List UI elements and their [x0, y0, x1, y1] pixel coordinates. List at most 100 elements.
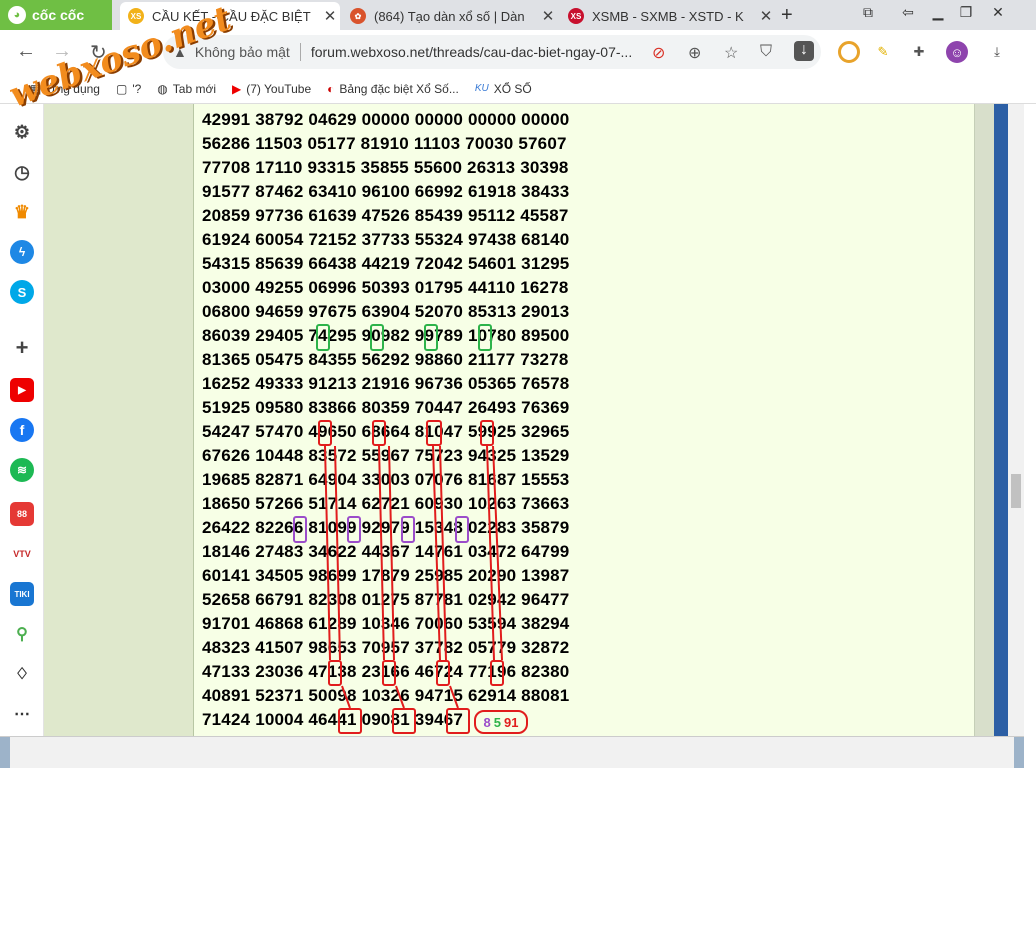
- blocked-popup-icon[interactable]: ⊘: [652, 43, 665, 63]
- highlight-box-red: [318, 420, 332, 446]
- number-row: 54315 85639 66438 44219 72042 54601 3129…: [202, 254, 570, 273]
- history-icon[interactable]: ◷: [10, 160, 34, 184]
- xsmb-favicon-icon: XS: [568, 8, 584, 24]
- result-green-digit: 5: [493, 714, 501, 730]
- extensions-puzzle-icon[interactable]: ✚: [908, 41, 930, 63]
- result-badge: 8 5 91: [474, 710, 528, 734]
- new-tab-button[interactable]: +: [781, 4, 793, 27]
- notification-bell-icon[interactable]: ♢: [10, 662, 34, 686]
- bookmark-bang-dac-biet[interactable]: ◐ Bảng đặc biệt Xổ Số...: [327, 82, 459, 96]
- number-row: 51925 09580 83866 80359 70447 26493 7636…: [202, 398, 570, 417]
- app-88-icon[interactable]: 88: [10, 502, 34, 526]
- coccoc-logo-icon: ◕: [8, 6, 26, 24]
- zoom-icon[interactable]: ⊕: [688, 43, 701, 63]
- bookmark-youtube[interactable]: ▶ (7) YouTube: [232, 82, 311, 96]
- close-tab-icon[interactable]: ✕: [756, 7, 776, 25]
- settings-gear-icon[interactable]: ⚙: [10, 120, 34, 144]
- screenshot-icon[interactable]: ⧉: [856, 4, 880, 21]
- webxoso-favicon-icon: ✿: [350, 8, 366, 24]
- downloads-icon[interactable]: ⤓: [986, 41, 1008, 63]
- tab-title: XSMB - SXMB - XSTD - K: [592, 8, 744, 24]
- sidebar: ⚙ ◷ ♛ ϟ S + ▶ f ≋ 88 VTV TIKI ⚲ ♢ ⋯: [0, 104, 44, 740]
- address-bar[interactable]: ▲ Không bảo mật forum.webxoso.net/thread…: [163, 35, 821, 69]
- post-author-column: [44, 104, 194, 736]
- security-label[interactable]: Không bảo mật: [195, 44, 290, 60]
- scrollbar-thumb[interactable]: [1011, 474, 1021, 508]
- highlight-box-red: [382, 660, 396, 686]
- number-row: 77708 17110 93315 35855 55600 26313 3039…: [202, 158, 569, 177]
- highlight-box-red: [436, 660, 450, 686]
- bookmark-xo-so[interactable]: KU XỔ SỐ: [475, 82, 532, 96]
- more-icon[interactable]: ⋯: [10, 702, 34, 726]
- vertical-scrollbar[interactable]: [1008, 104, 1024, 736]
- restore-icon[interactable]: ❐: [954, 4, 978, 21]
- bookmarks-bar: ▦ Ứng dụng ▢ '? ◍ Tab mới ▶ (7) YouTube ◐ Bản…: [0, 74, 1036, 104]
- highlight-box-red: [426, 420, 442, 446]
- download-video-icon[interactable]: ↓: [794, 41, 814, 61]
- number-row: 20859 97736 61639 47526 85439 95112 4558…: [202, 206, 569, 225]
- number-row: 81365 05475 84355 56292 98860 21177 7327…: [202, 350, 569, 369]
- url-text[interactable]: forum.webxoso.net/threads/cau-dac-biet-n…: [311, 44, 631, 60]
- browser-window: ◕ cốc cốc XS CẦU KẾT - CẦU ĐẶC BIỆT ✕ ✿ …: [0, 0, 1036, 769]
- highlight-box-red: [446, 708, 470, 734]
- crown-icon[interactable]: ♛: [10, 200, 34, 224]
- tab-tao-dan[interactable]: ✿ (864) Tạo dàn xổ số | Dàn ✕: [342, 2, 558, 30]
- highlight-box-purple: [455, 516, 469, 543]
- horizontal-scrollbar[interactable]: [0, 736, 1024, 769]
- back-icon[interactable]: ←: [16, 40, 36, 63]
- tiki-88-icon[interactable]: TIKI: [10, 582, 34, 606]
- result-purple-digit: 8: [483, 714, 491, 730]
- minimize-icon[interactable]: ▁: [926, 4, 950, 21]
- vtv-go-icon[interactable]: VTV: [10, 542, 34, 566]
- divider: [299, 43, 301, 61]
- shield-icon[interactable]: ⛉: [760, 43, 772, 61]
- tab-xsmb[interactable]: XS XSMB - SXMB - XSTD - K ✕: [560, 2, 776, 30]
- highlight-box-red: [328, 660, 342, 686]
- bookmark-star-icon[interactable]: ☆: [724, 43, 738, 63]
- close-tab-icon[interactable]: ✕: [538, 7, 558, 25]
- number-row: 18650 57266 51714 62721 60930 10263 7366…: [202, 494, 570, 513]
- profile-avatar[interactable]: ☺: [946, 41, 968, 63]
- forum-side-bar: [994, 104, 1008, 736]
- highlight-box-purple: [293, 516, 307, 543]
- youtube-sidebar-icon[interactable]: ▶: [10, 378, 34, 402]
- bookmark-new-tab[interactable]: ◍ Tab mới: [157, 82, 216, 96]
- coccoc-extension-icon[interactable]: [838, 41, 860, 63]
- number-row: 71424 10004 46441 09081 39467: [202, 710, 464, 729]
- facebook-icon[interactable]: f: [10, 418, 34, 442]
- number-row: 26422 82266 81099 92979 15348 02283 3587…: [202, 518, 570, 537]
- highlight-box-green: [316, 324, 330, 351]
- number-row: 19685 82871 64904 33003 07076 81687 1555…: [202, 470, 570, 489]
- highlight-box-purple: [401, 516, 415, 543]
- messenger-icon[interactable]: ϟ: [10, 240, 34, 264]
- bookmark-label: (7) YouTube: [246, 81, 312, 96]
- post-right-border: [974, 104, 994, 736]
- spotify-icon[interactable]: ≋: [10, 458, 34, 482]
- close-tab-icon[interactable]: ✕: [320, 7, 340, 25]
- ku-icon: KU: [474, 83, 489, 94]
- blank-area: [0, 768, 1036, 952]
- number-row: 06800 94659 97675 63904 52070 85313 2901…: [202, 302, 570, 321]
- number-row: 18146 27483 34622 44367 14761 03472 6479…: [202, 542, 570, 561]
- number-row: 60141 34505 98699 17879 25985 20290 1398…: [202, 566, 570, 585]
- highlight-box-purple: [347, 516, 361, 543]
- number-row: 67626 10448 83572 55967 75723 94325 1352…: [202, 446, 570, 465]
- highlight-box-green: [478, 324, 492, 351]
- number-row: 03000 49255 06996 50393 01795 44110 1627…: [202, 278, 569, 297]
- add-icon[interactable]: +: [10, 335, 34, 360]
- bookmark-label: '?: [132, 81, 142, 96]
- number-row: 91701 46868 61289 10346 70060 53594 3829…: [202, 614, 570, 633]
- map-icon[interactable]: ⚲: [10, 622, 34, 646]
- close-window-icon[interactable]: ✕: [986, 4, 1010, 21]
- bookmark-folder[interactable]: ▢ '?: [116, 82, 141, 96]
- coccoc-menu-button[interactable]: ◕ cốc cốc: [0, 0, 112, 30]
- skype-icon[interactable]: S: [10, 280, 34, 304]
- pencil-icon[interactable]: ✎: [872, 41, 894, 63]
- number-row: 52658 66791 82308 01275 87781 02942 9647…: [202, 590, 570, 609]
- globe-icon: ◍: [157, 81, 168, 96]
- highlight-box-red: [392, 708, 416, 734]
- back-arrow-icon[interactable]: ⇦: [896, 4, 920, 21]
- number-row: 42991 38792 04629 00000 00000 00000 0000…: [202, 110, 570, 129]
- highlight-box-green: [424, 324, 438, 351]
- highlight-box-red: [372, 420, 386, 446]
